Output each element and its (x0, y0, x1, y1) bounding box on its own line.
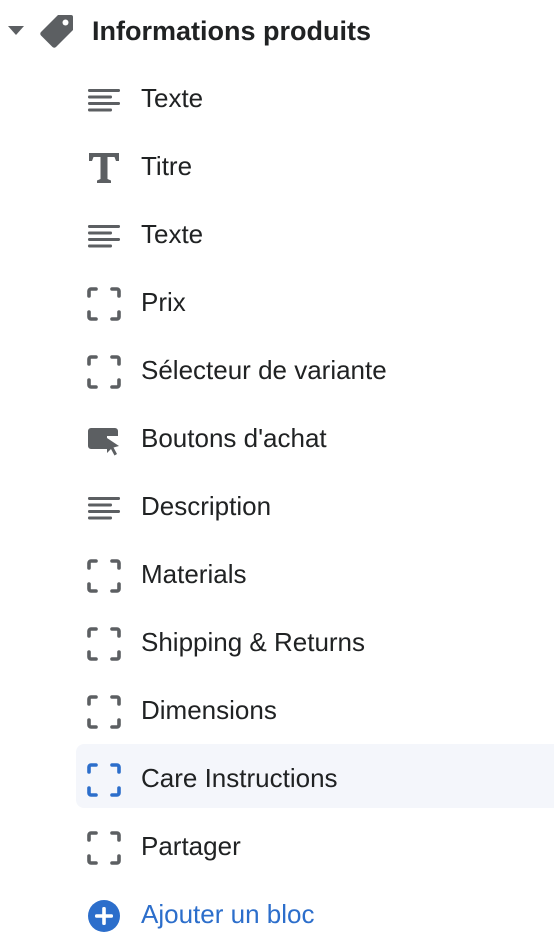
dashed-frame-icon (87, 287, 121, 321)
dashed-frame-icon (87, 627, 121, 661)
block-item-materials[interactable]: Materials (0, 540, 554, 608)
block-item-boutons-d-achat[interactable]: Boutons d'achat (0, 404, 554, 472)
dashed-frame-icon (87, 695, 121, 729)
tag-icon (40, 15, 73, 48)
block-item-prix[interactable]: Prix (0, 268, 554, 336)
block-label: Care Instructions (141, 763, 338, 793)
block-label: Partager (141, 831, 241, 861)
block-item-texte[interactable]: Texte (0, 64, 554, 132)
block-item-description[interactable]: Description (0, 472, 554, 540)
block-label: Materials (141, 559, 247, 589)
block-item-titre[interactable]: Titre (0, 132, 554, 200)
block-item-partager[interactable]: Partager (0, 812, 554, 880)
dashed-frame-icon (87, 355, 121, 389)
dashed-frame-icon (87, 559, 121, 593)
text-lines-icon (88, 497, 120, 520)
add-block-button[interactable]: Ajouter un bloc (0, 880, 554, 948)
block-item-dimensions[interactable]: Dimensions (0, 676, 554, 744)
block-label: Description (141, 491, 272, 521)
block-label: Sélecteur de variante (141, 355, 387, 385)
dashed-frame-icon (87, 831, 121, 865)
text-lines-icon (88, 225, 120, 248)
buy-button-cursor-icon (88, 428, 119, 456)
plus-circle-icon (88, 900, 120, 932)
block-label: Prix (141, 287, 186, 317)
section-title: Informations produits (92, 16, 371, 46)
section-header[interactable]: Informations produits (0, 0, 554, 62)
block-label: Boutons d'achat (141, 423, 327, 453)
block-label: Dimensions (141, 695, 277, 725)
block-label: Texte (141, 219, 204, 249)
block-item-care-instructions[interactable]: Care Instructions (0, 744, 554, 812)
title-t-icon (89, 153, 119, 183)
block-label: Titre (141, 151, 193, 181)
block-item-selecteur-de-variante[interactable]: Sélecteur de variante (0, 336, 554, 404)
caret-down-icon[interactable] (8, 26, 24, 35)
block-item-texte-2[interactable]: Texte (0, 200, 554, 268)
text-lines-icon (88, 89, 120, 112)
block-label: Shipping & Returns (141, 627, 366, 657)
block-item-shipping-returns[interactable]: Shipping & Returns (0, 608, 554, 676)
dashed-frame-icon (87, 763, 121, 797)
block-list: Texte Titre Texte Prix Sélecteur de vari… (0, 64, 554, 948)
block-label: Texte (141, 83, 204, 113)
add-block-label: Ajouter un bloc (141, 899, 315, 929)
